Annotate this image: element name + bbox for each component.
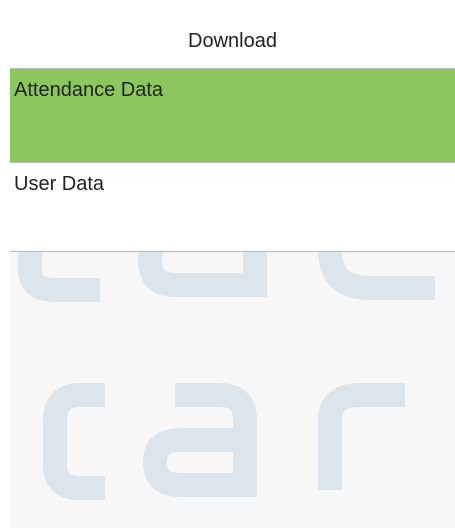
menu-item-user-data[interactable]: User Data (10, 163, 455, 252)
page-title: Download (188, 30, 277, 52)
menu-item-label: User Data (14, 173, 105, 195)
menu-item-attendance-data[interactable]: Attendance Data (10, 69, 455, 163)
title-bar: Download (10, 10, 455, 69)
download-screen: Download Attendance Data User Data (10, 10, 455, 528)
menu-item-label: Attendance Data (14, 79, 163, 101)
